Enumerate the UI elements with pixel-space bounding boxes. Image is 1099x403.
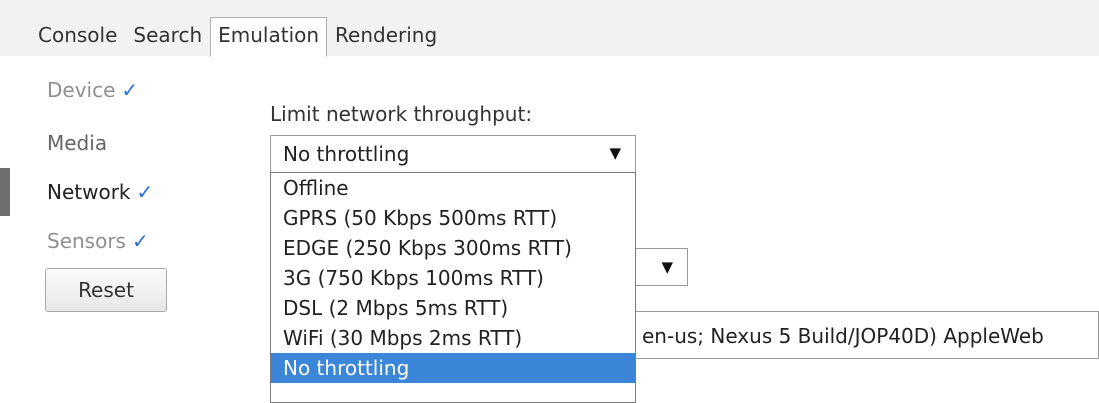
network-throughput-select[interactable]: No throttling ▼: [270, 135, 636, 173]
dropdown-arrow-icon: ▼: [609, 144, 621, 162]
drawer-tabs: Console Search Emulation Rendering: [30, 17, 445, 57]
devtools-drawer-tabbar: Console Search Emulation Rendering: [0, 0, 1099, 57]
sidebar-item-device[interactable]: Device ✓: [47, 78, 138, 102]
network-throughput-dropdown: Offline GPRS (50 Kbps 500ms RTT) EDGE (2…: [270, 172, 636, 403]
user-agent-input[interactable]: en-us; Nexus 5 Build/JOP40D) AppleWeb: [636, 311, 1099, 359]
dropdown-option-no-throttling[interactable]: No throttling: [271, 353, 635, 383]
sidebar-item-label: Sensors: [47, 229, 126, 253]
dropdown-arrow-icon: ▼: [661, 258, 673, 276]
sidebar-item-network[interactable]: Network ✓: [47, 180, 153, 204]
dropdown-option-gprs[interactable]: GPRS (50 Kbps 500ms RTT): [271, 203, 635, 233]
sidebar-selection-marker: [0, 168, 10, 216]
tab-emulation[interactable]: Emulation: [210, 17, 328, 57]
checkmark-icon: ✓: [136, 180, 154, 204]
obscured-select[interactable]: ▼: [636, 248, 688, 286]
dropdown-option-offline[interactable]: Offline: [271, 173, 635, 203]
dropdown-option-dsl[interactable]: DSL (2 Mbps 5ms RTT): [271, 293, 635, 323]
tab-search[interactable]: Search: [125, 17, 210, 56]
dropdown-option-wifi[interactable]: WiFi (30 Mbps 2ms RTT): [271, 323, 635, 353]
user-agent-value: en-us; Nexus 5 Build/JOP40D) AppleWeb: [642, 324, 1044, 348]
tab-console[interactable]: Console: [30, 17, 125, 56]
checkmark-icon: ✓: [131, 229, 149, 253]
reset-button[interactable]: Reset: [45, 268, 167, 312]
sidebar-item-label: Network: [47, 180, 131, 204]
sidebar-item-label: Device: [47, 78, 116, 102]
network-throughput-label: Limit network throughput:: [270, 102, 533, 126]
sidebar-item-label: Media: [47, 131, 108, 155]
tab-rendering[interactable]: Rendering: [327, 17, 445, 56]
sidebar-item-media[interactable]: Media: [47, 131, 107, 155]
dropdown-option-edge[interactable]: EDGE (250 Kbps 300ms RTT): [271, 233, 635, 263]
dropdown-option-3g[interactable]: 3G (750 Kbps 100ms RTT): [271, 263, 635, 293]
sidebar-item-sensors[interactable]: Sensors ✓: [47, 229, 149, 253]
select-value: No throttling: [283, 142, 410, 166]
checkmark-icon: ✓: [121, 78, 139, 102]
